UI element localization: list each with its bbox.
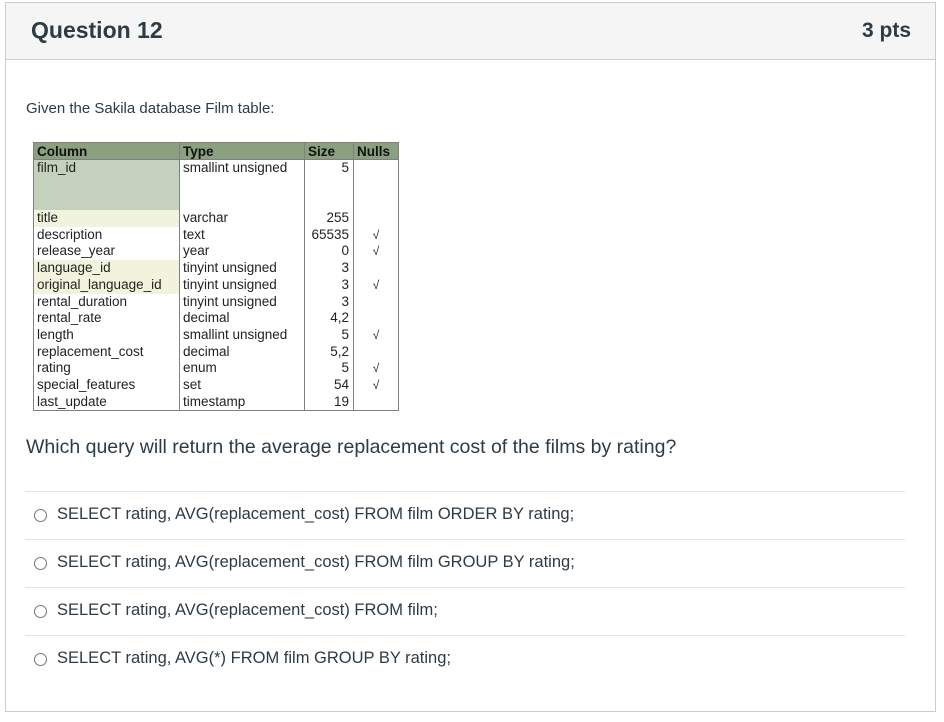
- schema-row: release_year year 0 √: [33, 243, 399, 261]
- column-name-cell: language_id: [33, 260, 180, 277]
- answer-label[interactable]: SELECT rating, AVG(*) FROM film GROUP BY…: [57, 649, 451, 668]
- header-type: Type: [179, 142, 305, 160]
- type-cell: tinyint unsigned: [179, 276, 305, 294]
- nulls-cell: √: [353, 226, 399, 244]
- column-name-cell: film_id: [33, 159, 180, 210]
- schema-row: description text 65535 √: [33, 226, 399, 244]
- type-cell: timestamp: [179, 393, 305, 411]
- column-name-cell: replacement_cost: [33, 343, 180, 361]
- type-cell: tinyint unsigned: [179, 293, 305, 311]
- answer-label[interactable]: SELECT rating, AVG(replacement_cost) FRO…: [57, 601, 438, 620]
- schema-row: rental_rate decimal 4,2: [33, 310, 399, 327]
- answer-option[interactable]: SELECT rating, AVG(replacement_cost) FRO…: [25, 587, 905, 635]
- type-cell: varchar: [179, 210, 305, 227]
- size-cell: 0: [304, 243, 354, 261]
- nulls-cell: [353, 343, 399, 361]
- schema-row: film_id smallint unsigned 5: [33, 159, 399, 210]
- size-cell: 4,2: [304, 310, 354, 327]
- nulls-cell: √: [353, 360, 399, 378]
- nulls-cell: [353, 159, 399, 210]
- answer-option[interactable]: SELECT rating, AVG(*) FROM film GROUP BY…: [25, 635, 905, 683]
- answer-list: SELECT rating, AVG(replacement_cost) FRO…: [25, 491, 905, 683]
- nulls-cell: √: [353, 377, 399, 394]
- nulls-cell: [353, 293, 399, 311]
- schema-row: original_language_id tinyint unsigned 3 √: [33, 276, 399, 294]
- question-title: Question 12: [31, 17, 163, 43]
- answer-label[interactable]: SELECT rating, AVG(replacement_cost) FRO…: [57, 505, 574, 524]
- size-cell: 5,2: [304, 343, 354, 361]
- question-intro: Given the Sakila database Film table:: [26, 100, 275, 117]
- column-name-cell: length: [33, 326, 180, 344]
- radio-button[interactable]: [34, 557, 47, 570]
- schema-row: special_features set 54 √: [33, 377, 399, 394]
- schema-row: length smallint unsigned 5 √: [33, 326, 399, 344]
- header-size: Size: [304, 142, 354, 160]
- size-cell: 5: [304, 360, 354, 378]
- nulls-cell: [353, 210, 399, 227]
- nulls-cell: [353, 260, 399, 277]
- answer-option[interactable]: SELECT rating, AVG(replacement_cost) FRO…: [25, 491, 905, 539]
- type-cell: enum: [179, 360, 305, 378]
- column-name-cell: rating: [33, 360, 180, 378]
- column-name-cell: release_year: [33, 243, 180, 261]
- question-points: 3 pts: [861, 19, 911, 42]
- size-cell: 3: [304, 293, 354, 311]
- nulls-cell: [353, 393, 399, 411]
- type-cell: year: [179, 243, 305, 261]
- size-cell: 65535: [304, 226, 354, 244]
- size-cell: 5: [304, 326, 354, 344]
- column-name-cell: rental_duration: [33, 293, 180, 311]
- schema-row: language_id tinyint unsigned 3: [33, 260, 399, 277]
- question-header: Question 12 3 pts: [6, 3, 935, 60]
- question-prompt: Which query will return the average repl…: [26, 436, 677, 458]
- radio-button[interactable]: [34, 653, 47, 666]
- schema-row: last_update timestamp 19: [33, 393, 399, 411]
- column-name-cell: title: [33, 210, 180, 227]
- type-cell: smallint unsigned: [179, 159, 305, 210]
- schema-row: title varchar 255: [33, 210, 399, 227]
- header-column: Column: [33, 142, 180, 160]
- type-cell: smallint unsigned: [179, 326, 305, 344]
- film-table-schema: Column Type Size Nulls film_id smallint u…: [33, 142, 399, 412]
- schema-header-row: Column Type Size Nulls: [33, 142, 399, 160]
- size-cell: 3: [304, 260, 354, 277]
- nulls-cell: √: [353, 326, 399, 344]
- type-cell: tinyint unsigned: [179, 260, 305, 277]
- nulls-cell: √: [353, 276, 399, 294]
- schema-row: rental_duration tinyint unsigned 3: [33, 293, 399, 311]
- column-name-cell: description: [33, 226, 180, 244]
- column-name-cell: original_language_id: [33, 276, 180, 294]
- schema-row: rating enum 5 √: [33, 360, 399, 378]
- size-cell: 5: [304, 159, 354, 210]
- size-cell: 19: [304, 393, 354, 411]
- column-name-cell: last_update: [33, 393, 180, 411]
- size-cell: 54: [304, 377, 354, 394]
- header-nulls: Nulls: [353, 142, 399, 160]
- answer-option[interactable]: SELECT rating, AVG(replacement_cost) FRO…: [25, 539, 905, 587]
- nulls-cell: [353, 310, 399, 327]
- type-cell: decimal: [179, 343, 305, 361]
- type-cell: decimal: [179, 310, 305, 327]
- nulls-cell: √: [353, 243, 399, 261]
- type-cell: text: [179, 226, 305, 244]
- schema-row: replacement_cost decimal 5,2: [33, 343, 399, 361]
- size-cell: 3: [304, 276, 354, 294]
- radio-button[interactable]: [34, 605, 47, 618]
- size-cell: 255: [304, 210, 354, 227]
- answer-label[interactable]: SELECT rating, AVG(replacement_cost) FRO…: [57, 553, 575, 572]
- column-name-cell: rental_rate: [33, 310, 180, 327]
- column-name-cell: special_features: [33, 377, 180, 394]
- type-cell: set: [179, 377, 305, 394]
- radio-button[interactable]: [34, 509, 47, 522]
